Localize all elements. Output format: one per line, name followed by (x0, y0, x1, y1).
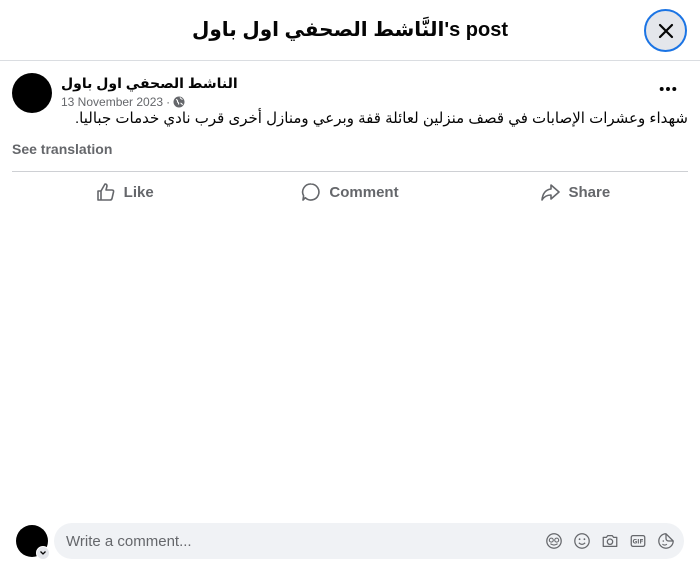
gif-button[interactable]: GIF (628, 531, 648, 551)
comment-icon (302, 183, 321, 201)
more-options-button[interactable] (656, 77, 680, 101)
post-date[interactable]: 13 November 2023 (61, 95, 163, 109)
emoji-icon (574, 533, 590, 549)
close-icon (658, 23, 673, 38)
post-meta: 13 November 2023 · (61, 95, 185, 109)
share-label: Share (568, 183, 611, 201)
gif-icon: GIF (630, 534, 646, 548)
emoji-button[interactable] (572, 531, 592, 551)
like-button[interactable]: Like (12, 175, 237, 209)
like-label: Like (123, 183, 154, 201)
share-button[interactable]: Share (463, 175, 688, 209)
sticker-button[interactable] (656, 531, 676, 551)
author-name[interactable]: الناشط الصحفي اول باول (61, 75, 238, 92)
comment-input-wrap: GIF (54, 523, 684, 559)
globe-icon[interactable] (173, 96, 185, 108)
like-icon (96, 183, 115, 201)
post-header: الناشط الصحفي اول باول 13 November 2023 … (12, 73, 688, 113)
dialog-header: النَّاشط الصحفي اول باول's post (0, 0, 700, 61)
sticker-icon (658, 533, 674, 549)
post-actions: Like Comment Share (12, 175, 688, 209)
post-text: شهداء وعشرات الإصابات في قصف منزلين لعائ… (75, 110, 688, 127)
chevron-down-icon (40, 551, 46, 555)
comment-tools: GIF (544, 531, 676, 551)
close-button[interactable] (644, 9, 687, 52)
avatar-sticker-icon (546, 533, 562, 549)
comment-bar: GIF (16, 523, 688, 561)
dialog-title: النَّاشط الصحفي اول باول's post (191, 19, 508, 41)
comment-input[interactable] (66, 523, 526, 559)
divider (12, 171, 688, 172)
camera-button[interactable] (600, 531, 620, 551)
avatar-switch-button[interactable] (36, 546, 50, 560)
comment-label: Comment (329, 183, 399, 201)
share-icon (541, 184, 561, 201)
camera-icon (602, 534, 618, 548)
comment-button[interactable]: Comment (237, 175, 462, 209)
avatar-sticker-button[interactable] (544, 531, 564, 551)
meta-separator: · (166, 95, 171, 109)
svg-text:GIF: GIF (633, 539, 644, 545)
more-icon (659, 87, 677, 91)
author-avatar[interactable] (12, 73, 52, 113)
see-translation-link[interactable]: See translation (12, 141, 112, 157)
